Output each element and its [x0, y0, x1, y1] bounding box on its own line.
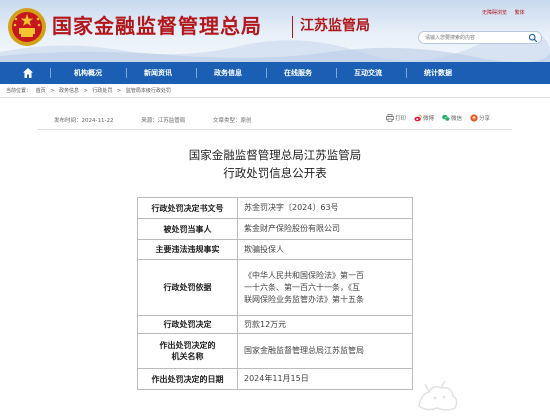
wechat-icon: [442, 114, 450, 122]
search-icon[interactable]: [528, 33, 538, 43]
table-row: 主要违法违规事实 欺骗投保人: [137, 239, 413, 260]
breadcrumb: 当前位置： 首页 > 政务信息 > 行政处罚 > 监管局本级行政处罚: [6, 87, 174, 94]
weibo-label: 微博: [423, 116, 435, 122]
breadcrumb-penalty[interactable]: 行政处罚: [92, 88, 112, 94]
agency-name[interactable]: 国家金融监督管理总局: [52, 10, 262, 39]
table-row: 作出处罚决定的 机关名称 国家金融监督管理总局江苏监管局: [137, 333, 413, 369]
nav-separator: [266, 68, 267, 78]
value-line: 联网保险业务监管办法》第十五条: [244, 294, 364, 304]
breadcrumb-home[interactable]: 首页: [36, 88, 46, 94]
row-value: 罚款12万元: [237, 315, 413, 334]
meta-divider: [38, 129, 512, 130]
top-links: 无障碍浏览 繁体: [482, 9, 531, 16]
nav-item-news[interactable]: 新闻资讯: [128, 62, 188, 84]
row-value: 苏金罚决字〔2024〕63号: [237, 197, 413, 219]
row-value: 欺骗投保人: [237, 239, 413, 260]
share-label: 分享: [479, 116, 491, 122]
breadcrumb-separator: >: [83, 88, 88, 94]
row-key: 行政处罚决定书文号: [137, 197, 238, 219]
article-source: 来源：江苏监管局: [141, 118, 186, 124]
nav-separator: [50, 68, 51, 78]
breadcrumb-divider: [0, 97, 550, 98]
weibo-icon: [414, 114, 422, 122]
share-icon: [470, 114, 478, 122]
row-key: 主要违法违规事实: [137, 239, 238, 260]
row-key: 作出处罚决定的日期: [137, 368, 238, 390]
main-nav: 机构概况 新闻资讯 政务信息 在线服务 互动交流 统计数据: [0, 62, 550, 84]
search-box: [418, 31, 542, 44]
nav-separator: [336, 68, 337, 78]
share-button[interactable]: 分享: [470, 114, 490, 122]
site-header: 国家金融监督管理总局 江苏监管局 无障碍浏览 繁体: [0, 0, 550, 62]
value-line: 一十六条、第一百六十一条，《互: [244, 282, 360, 292]
nav-item-statistics[interactable]: 统计数据: [408, 62, 468, 84]
penalty-info-table: 行政处罚决定书文号 苏金罚决字〔2024〕63号 被处罚当事人 紫金财产保险股份…: [137, 197, 413, 390]
wechat-label: 微信: [451, 116, 463, 122]
page-title: 国家金融监督管理总局江苏监管局: [188, 148, 362, 162]
nav-item-online-service[interactable]: 在线服务: [268, 62, 328, 84]
breadcrumb-local-penalty[interactable]: 监管局本级行政处罚: [126, 88, 171, 94]
print-icon: [386, 114, 394, 122]
accessibility-link[interactable]: 无障碍浏览: [482, 10, 507, 16]
breadcrumb-separator: >: [50, 88, 55, 94]
table-row: 行政处罚决定书文号 苏金罚决字〔2024〕63号: [137, 197, 413, 219]
row-key: 行政处罚依据: [137, 259, 238, 316]
value-line: 《中华人民共和国保险法》第一百: [244, 270, 364, 280]
nav-item-interaction[interactable]: 互动交流: [338, 62, 398, 84]
key-line: 作出处罚决定的: [159, 341, 216, 350]
search-input[interactable]: [425, 33, 525, 43]
nav-separator: [406, 68, 407, 78]
page-subtitle: 行政处罚信息公开表: [223, 166, 327, 180]
national-emblem-icon: [8, 8, 46, 46]
table-row: 被处罚当事人 紫金财产保险股份有限公司: [137, 218, 413, 240]
table-row: 作出处罚决定的日期 2024年11月15日: [137, 368, 413, 390]
table-row: 行政处罚依据 《中华人民共和国保险法》第一百 一十六条、第一百六十一条，《互 联…: [137, 259, 413, 316]
row-key-multiline: 作出处罚决定的 机关名称: [137, 333, 238, 369]
home-icon[interactable]: [22, 67, 34, 79]
row-key: 行政处罚决定: [137, 315, 238, 334]
print-label: 打印: [395, 116, 407, 122]
weibo-share-button[interactable]: 微博: [414, 114, 434, 122]
article-type: 文章类型：原创: [212, 118, 252, 124]
publish-time: 发布时间：2024-11-22: [54, 118, 114, 124]
row-value: 2024年11月15日: [237, 368, 413, 390]
key-line: 机关名称: [171, 352, 204, 361]
breadcrumb-government-info[interactable]: 政务信息: [59, 88, 79, 94]
header-divider: [292, 16, 293, 38]
print-button[interactable]: 打印: [386, 114, 406, 122]
article-tools: 打印 微博 微信 分享: [386, 114, 498, 122]
nav-separator: [196, 68, 197, 78]
wechat-share-button[interactable]: 微信: [442, 114, 462, 122]
nav-item-institution[interactable]: 机构概况: [58, 62, 118, 84]
article-meta: 发布时间：2024-11-22 来源：江苏监管局 文章类型：原创: [54, 116, 278, 124]
row-key: 被处罚当事人: [137, 218, 238, 240]
table-row: 行政处罚决定 罚款12万元: [137, 315, 413, 334]
breadcrumb-separator: >: [117, 88, 122, 94]
watermark-logo-icon: [418, 380, 458, 411]
row-value: 国家金融监督管理总局江苏监管局: [237, 333, 413, 369]
breadcrumb-label: 当前位置：: [6, 88, 32, 94]
row-value-multiline: 《中华人民共和国保险法》第一百 一十六条、第一百六十一条，《互 联网保险业务监管…: [237, 259, 413, 316]
traditional-chinese-link[interactable]: 繁体: [515, 10, 525, 16]
nav-item-government-info[interactable]: 政务信息: [198, 62, 258, 84]
sub-agency-name[interactable]: 江苏监管局: [300, 15, 370, 35]
nav-separator: [126, 68, 127, 78]
row-value: 紫金财产保险股份有限公司: [237, 218, 413, 240]
